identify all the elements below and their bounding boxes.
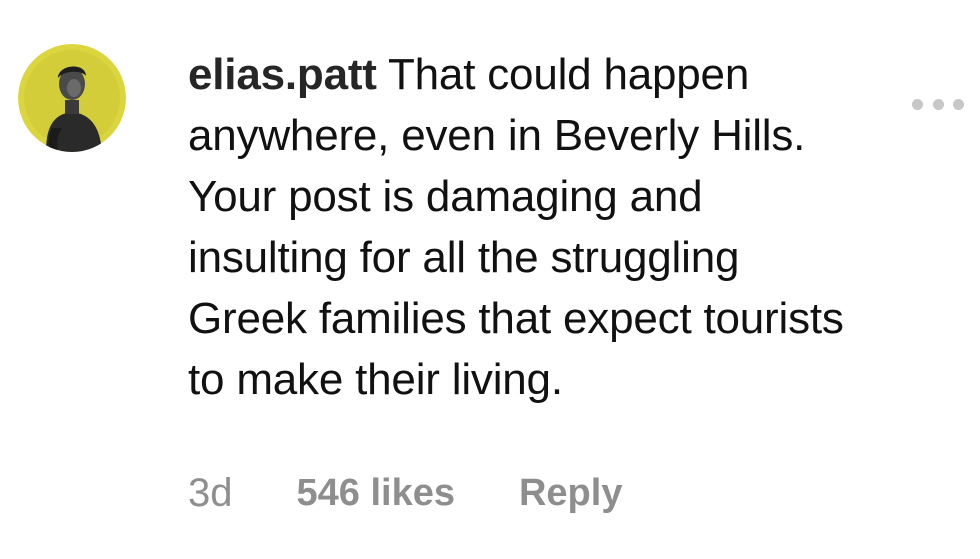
reply-button[interactable]: Reply: [519, 472, 622, 515]
more-dot-icon: [953, 98, 964, 110]
comment-body: elias.patt That could happen anywhere, e…: [188, 44, 948, 410]
comment-username[interactable]: elias.patt: [188, 50, 377, 99]
comment-meta: 3d 546 likes Reply: [188, 468, 622, 518]
comment-item: elias.patt That could happen anywhere, e…: [0, 0, 980, 559]
comment-text: That could happen anywhere, even in Beve…: [188, 50, 844, 404]
comment-likes-count[interactable]: 546 likes: [297, 472, 455, 515]
avatar-photo: [18, 44, 126, 152]
comment-timestamp[interactable]: 3d: [188, 471, 233, 516]
avatar[interactable]: [18, 44, 126, 152]
